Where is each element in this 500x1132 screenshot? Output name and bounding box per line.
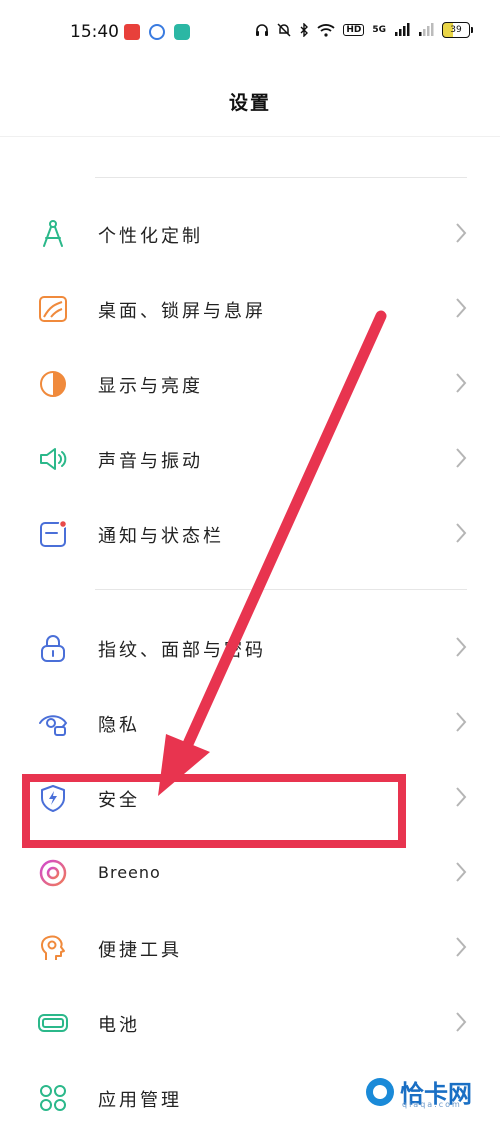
chevron-right-icon xyxy=(456,862,467,882)
news-app-icon xyxy=(124,24,140,40)
headphones-icon xyxy=(256,24,269,36)
chevron-right-icon xyxy=(456,787,467,807)
settings-item-label: 应用管理 xyxy=(98,1090,182,1111)
privacy-eye-icon xyxy=(39,715,68,736)
settings-item-sound-vibration[interactable]: 声音与振动 xyxy=(0,423,500,493)
watermark-domain: qiaqa.com xyxy=(402,1100,462,1109)
chevron-right-icon xyxy=(456,937,467,957)
chevron-right-icon xyxy=(456,298,467,318)
divider xyxy=(95,589,467,590)
notification-icon xyxy=(40,519,68,547)
settings-item-label: 声音与振动 xyxy=(98,451,203,472)
settings-item-label: 桌面、锁屏与息屏 xyxy=(98,301,266,322)
settings-item-label: 电池 xyxy=(98,1015,140,1036)
system-icons: HD 5G 39 xyxy=(255,22,473,38)
page-title: 设置 xyxy=(228,92,271,114)
settings-item-label: 显示与亮度 xyxy=(98,376,203,397)
chevron-right-icon xyxy=(456,448,467,468)
settings-item-battery[interactable]: 电池 xyxy=(0,987,500,1057)
divider xyxy=(95,177,467,178)
paw-app-icon xyxy=(149,24,165,40)
chevron-right-icon xyxy=(456,712,467,732)
chevron-right-icon xyxy=(456,637,467,657)
network-type: 5G xyxy=(372,25,386,35)
settings-item-notification-statusbar[interactable]: 通知与状态栏 xyxy=(0,498,500,568)
status-bar: 15:40 HD 5G 39 xyxy=(0,0,500,68)
compass-icon xyxy=(43,220,63,247)
wallpaper-icon xyxy=(39,296,67,322)
highlight-box xyxy=(22,774,406,848)
settings-item-label: Breeno xyxy=(98,863,161,882)
settings-item-label: 指纹、面部与密码 xyxy=(98,640,266,661)
title-bar: 设置 xyxy=(0,68,500,137)
settings-item-personalization[interactable]: 个性化定制 xyxy=(0,198,500,268)
notification-icons xyxy=(124,24,190,40)
bluetooth-icon xyxy=(300,23,309,37)
mute-bell-icon xyxy=(277,23,291,37)
breeno-icon xyxy=(39,859,67,887)
settings-item-desktop-lockscreen[interactable]: 桌面、锁屏与息屏 xyxy=(0,273,500,343)
status-time: 15:40 xyxy=(70,22,119,42)
lock-icon xyxy=(41,635,65,662)
settings-item-label: 个性化定制 xyxy=(98,226,203,247)
chat-app-icon xyxy=(174,24,190,40)
speaker-icon xyxy=(40,448,67,470)
signal-icon xyxy=(395,23,410,36)
watermark-logo-icon xyxy=(366,1078,394,1106)
settings-item-label: 通知与状态栏 xyxy=(98,526,224,547)
settings-item-label: 便捷工具 xyxy=(98,940,182,961)
watermark: 恰卡网 qiaqa.com xyxy=(352,1072,500,1111)
wifi-icon xyxy=(317,24,335,37)
settings-item-display-brightness[interactable]: 显示与亮度 xyxy=(0,348,500,418)
hd-icon: HD xyxy=(343,24,365,36)
apps-icon xyxy=(40,1085,66,1111)
tools-icon xyxy=(41,935,65,960)
settings-item-convenience-tools[interactable]: 便捷工具 xyxy=(0,912,500,982)
chevron-right-icon xyxy=(456,523,467,543)
brightness-icon xyxy=(40,371,66,397)
settings-item-label: 隐私 xyxy=(98,715,140,736)
chevron-right-icon xyxy=(456,223,467,243)
settings-item-fingerprint-face-password[interactable]: 指纹、面部与密码 xyxy=(0,612,500,682)
battery-indicator: 39 xyxy=(442,22,473,38)
signal-weak-icon xyxy=(419,23,434,36)
chevron-right-icon xyxy=(456,373,467,393)
chevron-right-icon xyxy=(456,1012,467,1032)
battery-icon xyxy=(38,1014,68,1032)
settings-item-privacy[interactable]: 隐私 xyxy=(0,687,500,757)
